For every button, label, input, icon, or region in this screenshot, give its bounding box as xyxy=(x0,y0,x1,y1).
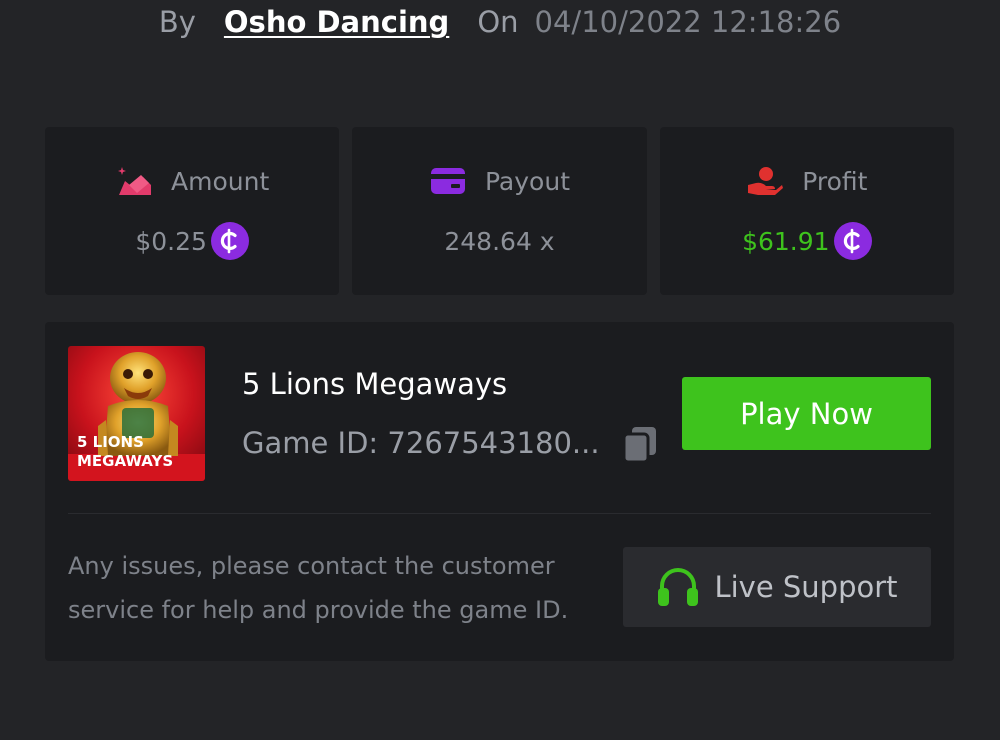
stat-value-payout: 248.64 x xyxy=(444,221,554,261)
stat-card-payout: Payout 248.64 x xyxy=(352,127,647,295)
game-thumbnail[interactable]: 5 LIONS MEGAWAYS xyxy=(68,346,205,481)
profit-hand-icon xyxy=(748,167,784,195)
stat-card-profit: Profit $61.91 xyxy=(659,127,954,295)
profit-value: $61.91 xyxy=(742,226,830,256)
game-id: Game ID: 7267543180... xyxy=(242,426,600,460)
payout-card-icon xyxy=(430,168,465,194)
amount-icon xyxy=(118,167,152,195)
stat-label: Profit xyxy=(802,166,868,196)
stat-label: Payout xyxy=(484,166,570,196)
author-link[interactable]: Osho Dancing xyxy=(224,2,449,42)
stat-value-amount: $0.25 xyxy=(135,221,249,261)
on-label: On xyxy=(477,5,519,39)
support-help-text: Any issues, please contact the customer … xyxy=(68,552,569,624)
stat-head: Payout xyxy=(429,163,570,199)
divider xyxy=(68,513,931,514)
by-label: By xyxy=(158,5,196,39)
stat-card-amount: Amount $0.25 xyxy=(45,127,340,295)
payout-value: 248.64 x xyxy=(444,226,555,256)
amount-value: $0.25 xyxy=(135,226,207,256)
live-support-button[interactable]: Live Support xyxy=(623,547,931,627)
stat-head: Amount xyxy=(115,163,269,199)
headset-icon xyxy=(658,568,699,606)
game-card: 5 LIONS MEGAWAYS 5 Lions Megaways Game I… xyxy=(45,322,954,661)
bet-byline: By Osho Dancing On 04/10/2022 12:18:26 xyxy=(0,2,1000,42)
copy-icon[interactable] xyxy=(620,424,660,464)
live-support-label: Live Support xyxy=(714,570,898,604)
game-title[interactable]: 5 Lions Megaways xyxy=(242,364,507,404)
stat-value-profit: $61.91 xyxy=(742,221,872,261)
stat-label: Amount xyxy=(171,166,270,196)
thumbnail-title-line1: 5 LIONS xyxy=(77,433,144,451)
stat-head: Profit xyxy=(746,163,867,199)
thumbnail-title-line2: MEGAWAYS xyxy=(77,452,173,470)
coin-icon xyxy=(210,222,249,260)
bet-stats: Amount $0.25 Payout 248.64 x Profit $61.… xyxy=(45,127,954,295)
bet-detail-page: By Osho Dancing On 04/10/2022 12:18:26 A… xyxy=(0,0,1000,740)
coin-icon xyxy=(833,222,872,260)
bet-datetime: 04/10/2022 12:18:26 xyxy=(534,5,842,39)
play-now-button[interactable]: Play Now xyxy=(682,377,931,450)
